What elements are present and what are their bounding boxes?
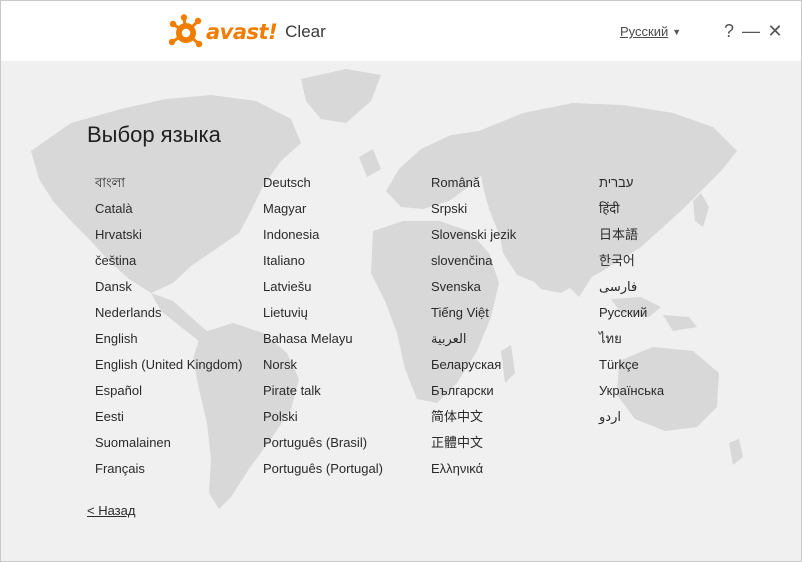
language-option[interactable]: Nederlands [95,303,242,329]
language-option[interactable]: Dansk [95,277,242,303]
language-option[interactable]: Español [95,381,242,407]
language-option[interactable]: Українська [599,381,664,407]
avast-orb-icon [168,14,203,48]
language-option[interactable]: Italiano [263,251,383,277]
language-column-1: বাংলা Català Hrvatski čeština Dansk Nede… [95,173,242,485]
language-column-2: Deutsch Magyar Indonesia Italiano Latvie… [263,173,383,485]
language-option[interactable]: Latviešu [263,277,383,303]
language-option[interactable]: Tiếng Việt [431,303,516,329]
language-column-3: Română Srpski Slovenski jezik slovenčina… [431,173,516,485]
language-option[interactable]: Português (Portugal) [263,459,383,485]
language-option[interactable]: Deutsch [263,173,383,199]
language-option[interactable]: 日本語 [599,225,664,251]
language-option[interactable]: العربية [431,329,516,355]
back-link[interactable]: < Назад [87,503,135,518]
language-option[interactable]: English [95,329,242,355]
language-option[interactable]: हिंदी [599,199,664,225]
language-option[interactable]: Bahasa Melayu [263,329,383,355]
language-option[interactable]: slovenčina [431,251,516,277]
language-option[interactable]: ไทย [599,329,664,355]
language-option[interactable]: English (United Kingdom) [95,355,242,381]
language-column-4: עברית हिंदी 日本語 한국어 فارسی Русский ไทย Tü… [599,173,664,433]
language-option[interactable]: Беларуская [431,355,516,381]
language-option[interactable]: Norsk [263,355,383,381]
language-option[interactable]: Română [431,173,516,199]
language-option[interactable]: 한국어 [599,251,664,277]
chevron-down-icon: ▼ [672,26,682,37]
page-title: Выбор языка [87,122,221,147]
language-option[interactable]: Slovenski jezik [431,225,516,251]
language-option[interactable]: Lietuvių [263,303,383,329]
language-option[interactable]: Indonesia [263,225,383,251]
minimize-button[interactable]: — [741,19,761,43]
language-option[interactable]: Eesti [95,407,242,433]
language-option[interactable]: Srpski [431,199,516,225]
language-option[interactable]: বাংলা [95,173,242,199]
language-dropdown[interactable]: Русский ▼ [620,24,681,39]
language-option[interactable]: Български [431,381,516,407]
language-option[interactable]: Polski [263,407,383,433]
language-option[interactable]: Magyar [263,199,383,225]
language-option[interactable]: 简体中文 [431,407,516,433]
title-bar: avast! Clear Русский ▼ ? — ✕ [1,1,801,61]
language-option[interactable]: Ελληνικά [431,459,516,485]
language-option[interactable]: Hrvatski [95,225,242,251]
avast-logo: avast! Clear [168,14,326,49]
brand-name: avast! [206,20,278,44]
language-option[interactable]: עברית [599,173,664,199]
language-option[interactable]: 正體中文 [431,433,516,459]
product-name: Clear [285,22,326,41]
language-option[interactable]: فارسی [599,277,664,303]
language-option[interactable]: اردو [599,407,664,433]
language-option[interactable]: Français [95,459,242,485]
language-option[interactable]: Suomalainen [95,433,242,459]
close-button[interactable]: ✕ [765,19,785,43]
language-option[interactable]: čeština [95,251,242,277]
help-button[interactable]: ? [719,19,739,43]
installer-window: avast! Clear Русский ▼ ? — ✕ Выбор языка… [0,0,802,562]
language-dropdown-value: Русский [620,24,669,39]
language-option[interactable]: Português (Brasil) [263,433,383,459]
language-option[interactable]: Svenska [431,277,516,303]
language-option[interactable]: Türkçe [599,355,664,381]
language-option[interactable]: Русский [599,303,664,329]
language-option[interactable]: Català [95,199,242,225]
language-option[interactable]: Pirate talk [263,381,383,407]
